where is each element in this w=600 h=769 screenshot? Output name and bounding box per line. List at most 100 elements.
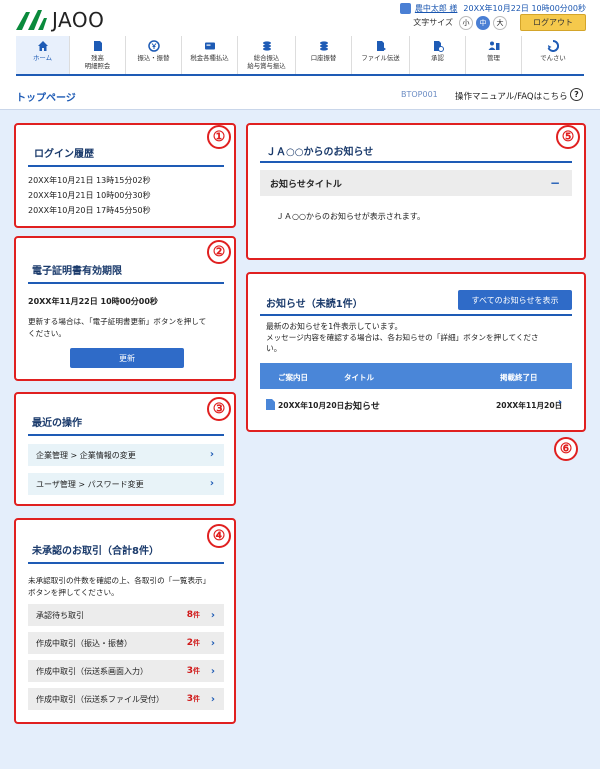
home-icon [37,41,48,51]
collapse-icon: − [549,176,560,190]
nav-approval[interactable]: 承認 [410,36,466,74]
nav-label: 口座振替 [310,54,337,62]
nav-label: 総合振込 給与賞与振込 [247,54,286,70]
title-row: トップページ BTOP001 操作マニュアル/FAQはこちら ? [0,78,600,110]
count-unit: 件 [193,667,200,675]
admin-icon [488,41,499,50]
unapproved-count: 8件 [187,610,200,620]
logo-text: JAOO [52,8,105,32]
recent-operations-panel: 最近の操作 企業管理 > 企業情報の変更 › ユーザ管理 > パスワード変更 › [14,392,236,506]
title-divider [28,282,224,284]
nav-label: 承認 [431,54,444,62]
login-datetime: 20XX年10月22日 10時00分00秒 [463,4,586,13]
unapproved-count: 2件 [187,638,200,648]
panel-title: 未承認のお取引（合計8件） [32,546,159,557]
help-icon[interactable]: ? [570,88,583,101]
nav-label: 残高 明細照会 [84,54,111,70]
nav-label: 管理 [487,54,500,62]
nav-file-transfer[interactable]: ファイル伝送 [352,36,410,74]
notices-panel: お知らせ（未読1件） すべてのお知らせを表示 最新のお知らせを1件表示しています… [246,272,586,432]
document-icon [93,41,102,51]
nav-densai[interactable]: でんさい [522,36,584,74]
notice-end-date: 20XX年11月20日 [496,401,563,410]
notice-accordion-header[interactable]: お知らせタイトル − [260,170,572,196]
notices-description: メッセージ内容を確認する場合は、各お知らせの「詳細」ボタンを押してくださ [266,333,539,342]
unapproved-row[interactable]: 作成中取引（伝送系画面入力） 3件 › [28,660,224,682]
faq-link[interactable]: 操作マニュアル/FAQはこちら [455,90,568,102]
callout-number: ① [207,125,231,149]
notice-title[interactable]: お知らせ [344,399,380,412]
unapproved-row[interactable]: 作成中取引（振込・振替） 2件 › [28,632,224,654]
nav-label: 振込・振替 [137,54,170,62]
user-info: 農中太郎 様 20XX年10月22日 10時00分00秒 [399,3,586,14]
unapproved-count: 3件 [187,694,200,704]
callout-number: ④ [207,524,231,548]
login-history-panel: ログイン履歴 20XX年10月21日 13時15分02秒 20XX年10月21日… [14,123,236,228]
chevron-right-icon: › [209,448,214,460]
title-divider [28,434,224,436]
title-divider [28,562,224,564]
unapproved-row-label: 作成中取引（伝送系ファイル受付） [36,694,164,704]
show-all-notices-button[interactable]: すべてのお知らせを表示 [458,290,572,310]
nav-debit[interactable]: 口座振替 [296,36,352,74]
nav-transfer[interactable]: 振込・振替 [126,36,182,74]
unapproved-row-label: 承認待ち取引 [36,610,84,620]
notices-description: 最新のお知らせを1件表示しています。 [266,322,403,331]
screen-id: BTOP001 [401,90,438,99]
panel-title: ログイン履歴 [34,149,94,160]
recent-operation-link[interactable]: ユーザ管理 > パスワード変更 › [28,473,224,495]
count-unit: 件 [193,639,200,647]
unapproved-row-label: 作成中取引（振込・振替） [36,638,132,648]
chevron-right-icon: › [210,637,215,649]
font-size-small-button[interactable]: 小 [459,15,473,30]
chevron-right-icon: › [209,477,214,489]
recent-operation-label: ユーザ管理 > パスワード変更 [36,479,144,489]
column-header: ご案内日 [278,373,308,382]
count-unit: 件 [193,611,200,619]
unapproved-count: 3件 [187,666,200,676]
count-unit: 件 [193,695,200,703]
callout-number: ③ [207,397,231,421]
unapproved-row[interactable]: 承認待ち取引 8件 › [28,604,224,626]
unapproved-note: ボタンを押してください。 [28,588,119,597]
certificate-expiry: 20XX年11月22日 10時00分00秒 [28,297,158,306]
user-name[interactable]: 農中太郎 様 [415,3,458,14]
nav-bulk-transfer[interactable]: 総合振込 給与賞与振込 [238,36,296,74]
table-row[interactable]: 20XX年10月20日 お知らせ 20XX年11月20日 › [260,392,572,416]
renew-certificate-button[interactable]: 更新 [70,348,184,368]
notice-date: 20XX年10月20日 [278,401,345,410]
login-entry: 20XX年10月21日 10時00分30秒 [28,191,151,200]
nav-balance[interactable]: 残高 明細照会 [70,36,126,74]
recent-operation-link[interactable]: 企業管理 > 企業情報の変更 › [28,444,224,466]
certificate-note: 更新する場合は、「電子証明書更新」ボタンを押して [28,317,207,326]
notices-table-header: ご案内日 タイトル 掲載終了日 [260,363,572,389]
title-divider [28,165,224,167]
coins-stack-icon [319,41,328,51]
ja-logo-icon [16,10,47,30]
recent-operation-label: 企業管理 > 企業情報の変更 [36,450,136,460]
chevron-right-icon: › [558,397,563,408]
certificate-note: ください。 [28,329,66,338]
unapproved-row[interactable]: 作成中取引（伝送系ファイル受付） 3件 › [28,688,224,710]
ja-notice-panel: ＪＡ○○からのお知らせ お知らせタイトル − ＪＡ○○からのお知らせが表示されま… [246,123,586,260]
global-nav: ホーム 残高 明細照会 振込・振替 税金各種払込 総合振込 給与賞与振込 口座振… [16,36,584,76]
font-size-large-button[interactable]: 大 [493,15,507,30]
nav-admin[interactable]: 管理 [466,36,522,74]
title-divider [260,161,572,163]
column-header: 掲載終了日 [500,373,538,382]
nav-label: ファイル伝送 [361,54,400,62]
nav-home[interactable]: ホーム [16,36,70,74]
font-size-medium-button[interactable]: 中 [476,15,490,30]
panel-title: 電子証明書有効期限 [32,266,122,277]
nav-label: でんさい [540,54,566,62]
approval-icon [433,41,444,52]
logout-button[interactable]: ログアウト [520,14,586,31]
nav-label: ホーム [33,54,52,62]
nav-tax[interactable]: 税金各種払込 [182,36,238,74]
ja-logo[interactable]: JAOO [14,8,104,32]
densai-icon [547,40,559,52]
certificate-panel: 電子証明書有効期限 20XX年11月22日 10時00分00秒 更新する場合は、… [14,236,236,381]
file-send-icon [376,41,386,51]
callout-number: ⑥ [554,437,578,461]
yen-transfer-icon [147,40,160,52]
